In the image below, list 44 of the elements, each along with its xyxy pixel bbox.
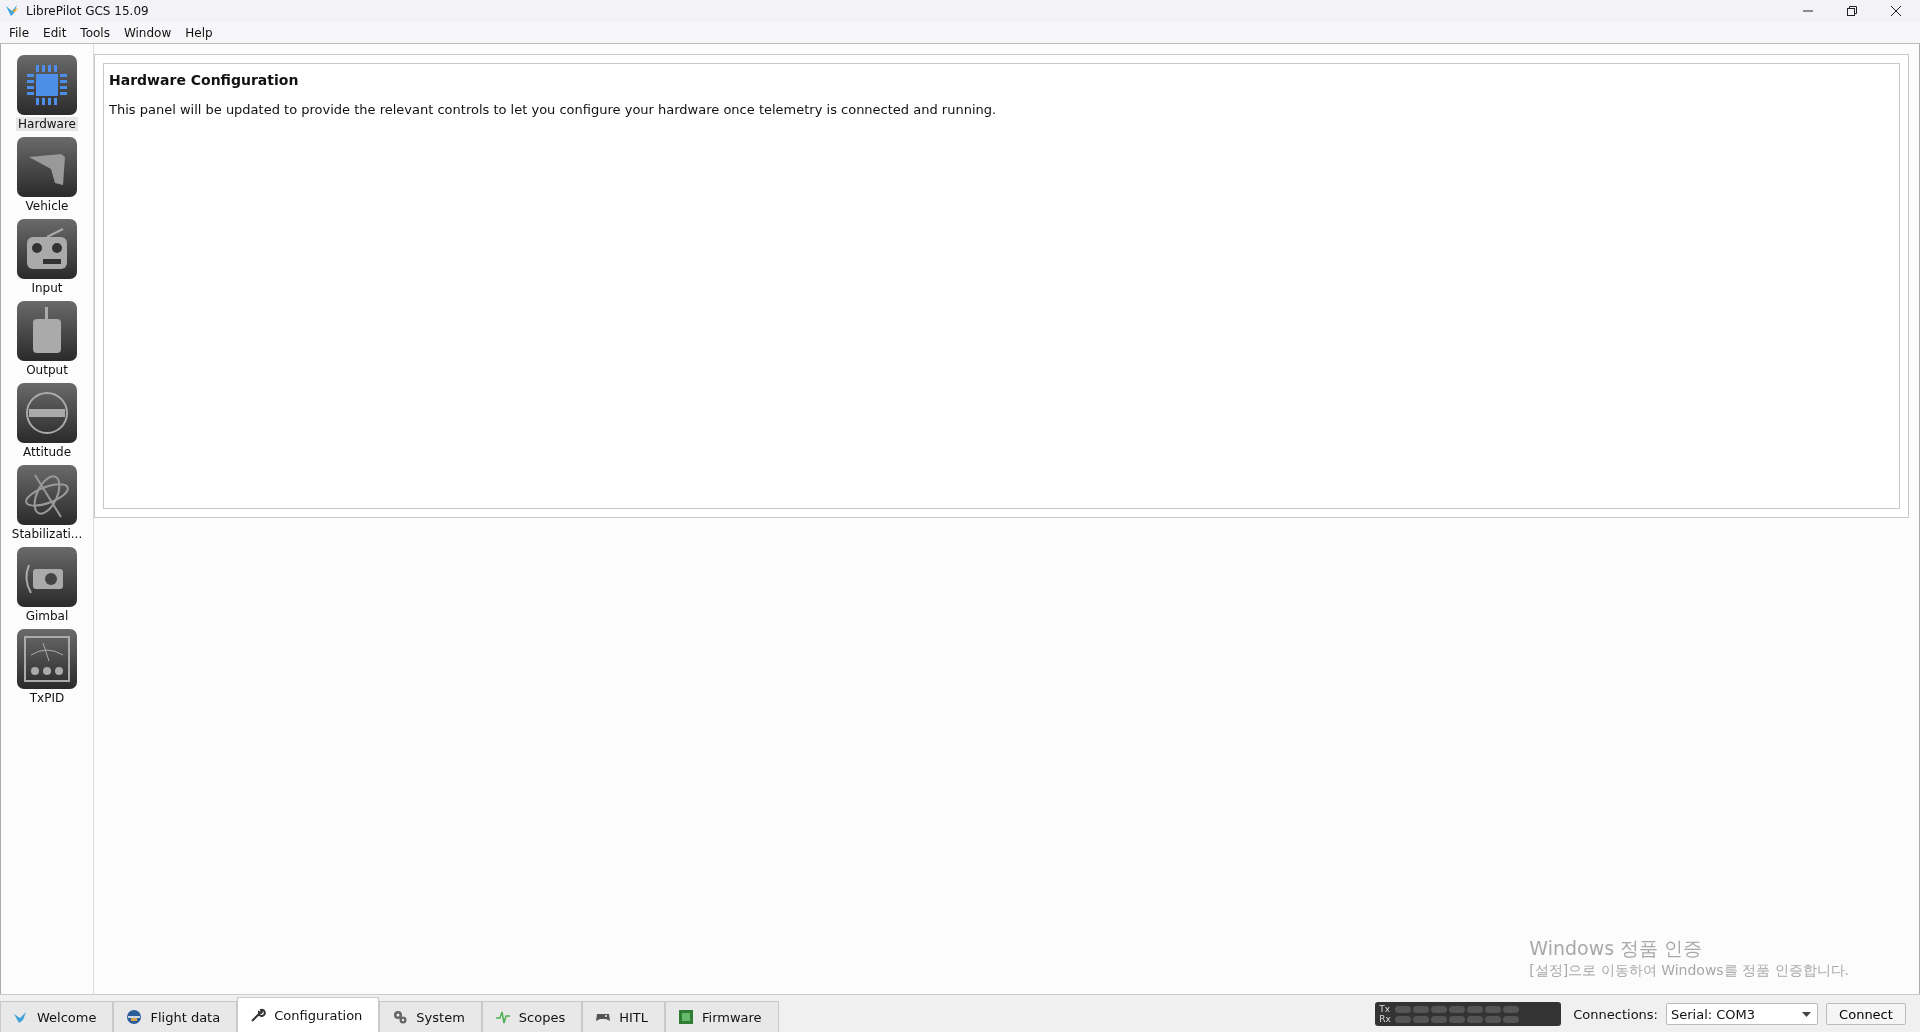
sidebar-item[interactable]: Vehicle [23,199,71,213]
meter-icon[interactable] [17,629,77,689]
mode-tab[interactable]: Configuration [237,997,380,1032]
mode-tab[interactable]: Flight data [113,1001,238,1032]
menu-item[interactable]: Tools [80,25,110,40]
activation-title: Windows 정품 인증 [1529,936,1704,961]
radio-controller-icon[interactable] [17,219,77,279]
pulse-icon [494,1009,511,1025]
jet-icon[interactable] [17,137,77,197]
window-title: LibrePilot GCS 15.09 [26,4,149,18]
menu-item[interactable]: Help [185,25,213,40]
panel-message: This panel will be updated to provide the relevant controls to let you configure your hardware once telemetry is connected and running. [109,102,998,117]
menu-item[interactable]: Window [123,25,172,40]
chip-icon[interactable] [17,55,77,115]
caret-icon [1802,1011,1811,1017]
tx-label: Tx [1379,1004,1392,1014]
sidebar-item[interactable]: Attitude [20,445,74,459]
camera-icon[interactable] [17,547,77,607]
close-icon[interactable] [1890,5,1902,17]
sidebar-item[interactable]: Gimbal [23,609,71,623]
activation-message: [설정]으로 이동하여 Windows를 정품 인증합니다. [1529,962,1849,980]
globe-icon [126,1009,143,1025]
connect-button[interactable]: Connect [1826,1003,1906,1025]
gyroscope-icon[interactable] [17,465,77,525]
sidebar-item[interactable]: Input [29,281,65,295]
connection-dropdown[interactable]: Serial: COM3 [1666,1003,1818,1025]
sidebar-item[interactable]: Output [24,363,70,377]
sidebar-item[interactable]: TxPID [27,691,67,705]
chip-icon [678,1009,695,1025]
rx-label: Rx [1379,1014,1392,1024]
restore-icon[interactable] [1846,5,1858,17]
menu-item[interactable]: Edit [43,25,67,40]
mode-tab[interactable]: Welcome [0,1001,114,1032]
panel-title: Hardware Configuration [109,72,300,88]
menu-item[interactable]: File [9,25,30,40]
sidebar-item[interactable]: Hardware [16,117,78,131]
mode-tab[interactable]: System [379,1001,482,1032]
mode-tab[interactable]: HITL [582,1001,666,1032]
wrench-icon [250,1007,267,1023]
mode-tab[interactable]: Scopes [481,1001,583,1032]
sidebar-item[interactable]: Stabilizati... [9,527,85,541]
connections-label: Connections: [1573,1006,1658,1022]
gear-icon [392,1009,409,1025]
mode-tab[interactable]: Firmware [665,1001,779,1032]
